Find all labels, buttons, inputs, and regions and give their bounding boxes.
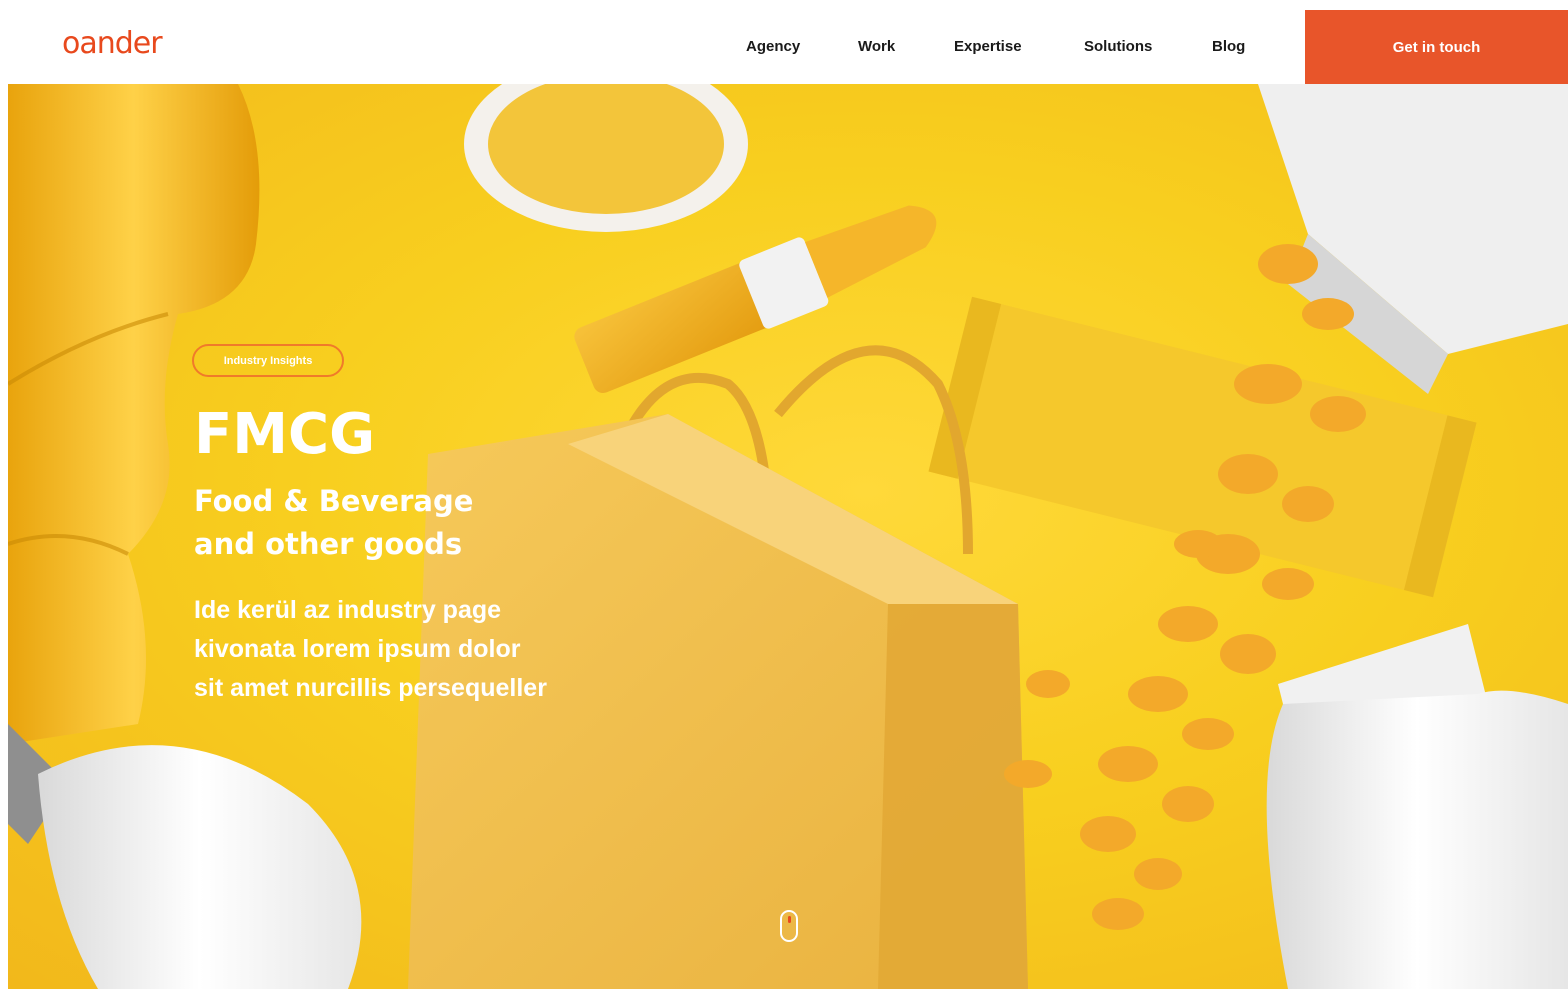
supplement-jar-shape [1266,624,1568,989]
hero-subtitle: Food & Beverage and other goods [194,480,554,566]
nav-item-work[interactable]: Work [858,38,895,55]
hero-subtitle-line: and other goods [194,527,463,561]
hero-description: Ide kerül az industry page kivonata lore… [194,591,614,708]
hero-title: FMCG [194,402,376,467]
hero-subtitle-line: Food & Beverage [194,484,474,518]
scroll-wheel-indicator [788,916,791,923]
hero-section: Industry Insights FMCG Food & Beverage a… [8,84,1568,989]
industry-insights-badge[interactable]: Industry Insights [192,344,344,377]
hero-description-line: Ide kerül az industry page [194,596,502,624]
nav-item-solutions[interactable]: Solutions [1084,38,1152,55]
mouse-scroll-icon[interactable] [780,910,798,942]
nav-item-expertise[interactable]: Expertise [954,38,1022,55]
compact-powder-shape [464,84,748,232]
hero-description-line: sit amet nurcillis persequeller [194,674,547,702]
light-bulb-shape [8,724,362,989]
brand-logo[interactable]: oander [62,26,163,61]
get-in-touch-button[interactable]: Get in touch [1305,10,1568,84]
top-navigation-bar: oander Agency Work Expertise Solutions B… [0,0,1568,84]
hero-description-line: kivonata lorem ipsum dolor [194,635,521,663]
nav-item-agency[interactable]: Agency [746,38,800,55]
nav-item-blog[interactable]: Blog [1212,38,1245,55]
cereal-box-shape [1258,84,1568,394]
